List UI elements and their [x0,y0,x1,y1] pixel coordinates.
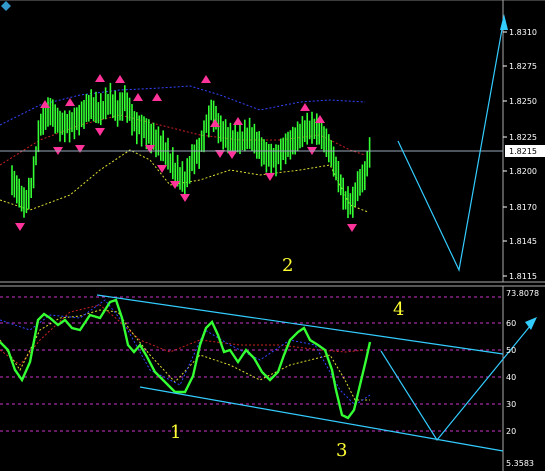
triangle-down-icon [157,165,167,173]
price-axis: 1.8310 1.8275 1.8250 1.8225 1.8200 1.817… [503,28,545,281]
triangle-up-icon [152,93,162,101]
fractal-arrows [15,74,357,232]
price-tick-label: 1.8170 [509,203,537,212]
oscillator-lines [0,298,372,420]
osc-tick-label: 50 [506,346,516,355]
osc-tick-label: 20 [506,427,516,436]
price-tick-label: 1.8225 [509,133,537,142]
price-panel [0,0,545,283]
triangle-down-icon [75,145,85,153]
oscillator-channel [96,294,504,452]
diamond-icon [1,1,11,11]
triangle-up-icon [233,117,243,125]
osc-signal-red [0,304,366,366]
triangle-down-icon [265,173,275,181]
price-tick-label: 1.8115 [509,272,537,281]
osc-main-line [0,298,372,420]
osc-annotation-4: 4 [393,299,404,320]
triangle-up-icon [95,74,105,82]
triangle-up-icon [115,75,125,83]
osc-bottom-label: 5.3583 [506,459,534,468]
price-tick-label: 1.8275 [509,62,537,71]
osc-tick-label: 40 [506,373,516,382]
price-tick-label: 1.8200 [509,167,537,176]
triangle-down-icon [347,224,357,232]
forecast-arrowhead-oscillator [525,317,537,330]
chart-canvas: 1.8310 1.8275 1.8250 1.8225 1.8200 1.817… [0,0,545,471]
oscillator-axis: 73.8078 60 50 40 30 20 5.3583 [506,289,539,468]
triangle-up-icon [201,75,211,83]
triangle-down-icon [227,151,237,159]
current-price-label: 1.8215 [509,147,537,156]
triangle-up-icon [133,93,143,101]
price-tick-label: 1.8145 [509,237,537,246]
osc-annotation-1: 1 [170,422,181,443]
triangle-down-icon [180,194,190,202]
osc-tick-label: 30 [506,400,516,409]
osc-signal-blue [0,299,371,406]
triangle-up-icon [300,103,310,111]
price-tick-label: 1.8250 [509,97,537,106]
osc-annotation-3: 3 [336,440,347,461]
triangle-down-icon [95,128,105,136]
osc-top-label: 73.8078 [506,289,539,298]
triangle-up-icon [65,98,75,106]
forecast-arrow-price [397,17,505,272]
triangle-down-icon [15,223,25,231]
forecast-arrowhead-price [500,14,508,30]
osc-tick-label: 60 [506,319,516,328]
price-tick-label: 1.8310 [509,28,537,37]
price-annotation: 2 [282,255,293,276]
